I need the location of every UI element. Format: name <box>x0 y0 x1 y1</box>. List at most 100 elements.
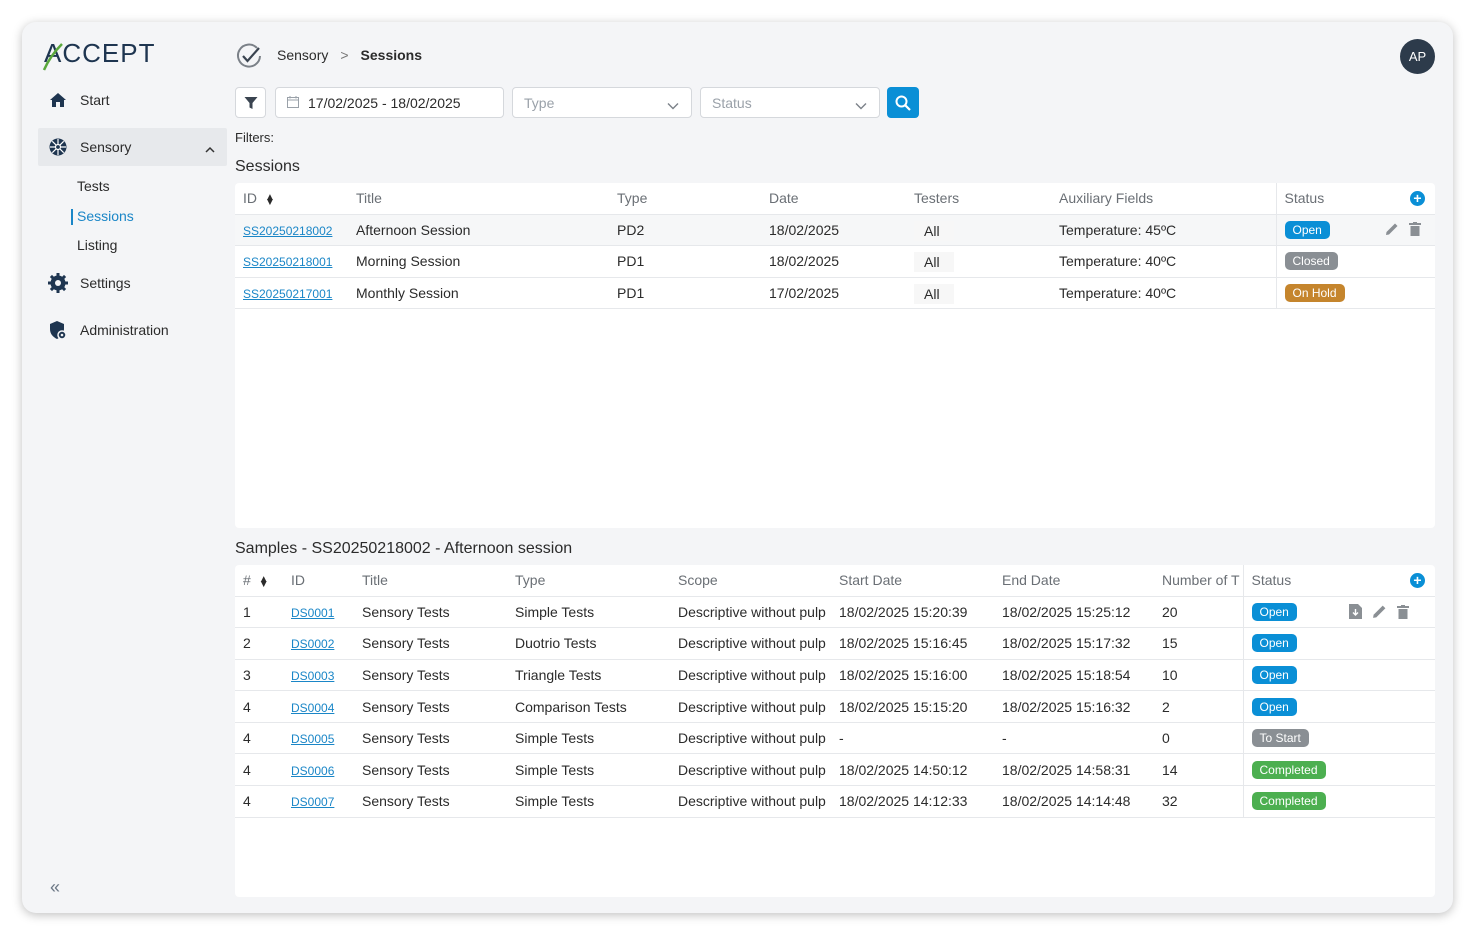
sample-number: 4 <box>235 690 283 723</box>
breadcrumb-separator: > <box>340 47 349 63</box>
table-row[interactable]: 4 DS0005 Sensory Tests Simple Tests Descript… <box>235 722 1435 755</box>
sample-type: Duotrio Tests <box>507 627 670 660</box>
sample-id-link-cell: DS0005 <box>283 722 354 755</box>
session-title: Afternoon Session <box>348 214 609 247</box>
search-button[interactable] <box>887 87 919 118</box>
status-select[interactable]: Status <box>700 87 880 118</box>
status-badge: Open <box>1284 220 1330 239</box>
avatar[interactable]: AP <box>1400 39 1435 74</box>
session-date: 17/02/2025 <box>761 277 906 310</box>
session-title: Monthly Session <box>348 277 609 310</box>
sample-id-link[interactable]: DS0006 <box>291 764 334 778</box>
sample-scope: Descriptive without pulp <box>670 627 831 660</box>
status-cell: Open <box>1242 690 1341 723</box>
table-row[interactable]: SS20250218001 Morning Session PD1 18/02/202… <box>235 245 1435 278</box>
add-session-button[interactable]: + <box>1410 191 1425 206</box>
status-badge: On Hold <box>1284 283 1345 302</box>
table-row[interactable]: 4 DS0007 Sensory Tests Simple Tests Descript… <box>235 785 1435 818</box>
sort-icon[interactable]: ▲ ▼ <box>265 192 275 207</box>
sample-end-date: 18/02/2025 15:16:32 <box>994 690 1154 723</box>
samples-table: # ▲ ▼ ID Title Type Scope Start Date End D… <box>235 565 1435 818</box>
session-row-actions <box>1385 222 1421 236</box>
date-range-value: 17/02/2025 - 18/02/2025 <box>308 94 461 111</box>
chevron-down-icon <box>667 97 679 113</box>
sample-id-link[interactable]: DS0005 <box>291 732 334 746</box>
status-badge: Open <box>1251 697 1297 716</box>
chevron-down-icon <box>855 97 867 113</box>
sidebar-item-start[interactable]: Start <box>38 81 227 119</box>
sample-id-link[interactable]: DS0004 <box>291 701 334 715</box>
status-badge: To Start <box>1251 729 1309 748</box>
session-id-link-cell: SS20250218002 <box>235 214 348 247</box>
sample-start-date: 18/02/2025 15:16:00 <box>831 659 994 692</box>
sample-id-link[interactable]: DS0002 <box>291 637 334 651</box>
delete-icon[interactable] <box>1397 604 1409 619</box>
table-row[interactable]: 3 DS0003 Sensory Tests Triangle Tests Descri… <box>235 659 1435 692</box>
table-row[interactable]: 4 DS0004 Sensory Tests Comparison Tests Desc… <box>235 690 1435 723</box>
session-type: PD1 <box>609 245 761 278</box>
session-auxiliary-fields: Temperature: 40ºC <box>1051 245 1276 278</box>
logo: ACCEPT <box>42 36 155 71</box>
edit-icon[interactable] <box>1385 222 1399 236</box>
sensory-icon <box>48 137 68 157</box>
column-header-number[interactable]: # ▲ ▼ <box>235 565 283 597</box>
sidebar-item-sensory[interactable]: Sensory <box>38 128 227 166</box>
sample-type: Triangle Tests <box>507 659 670 692</box>
session-testers-cell: All <box>906 214 1051 247</box>
sample-title: Sensory Tests <box>354 596 507 629</box>
sort-icon[interactable]: ▲ ▼ <box>259 574 269 589</box>
sidebar-item-label: Settings <box>80 275 131 291</box>
table-row[interactable]: SS20250217001 Monthly Session PD1 17/02/202… <box>235 277 1435 310</box>
sample-end-date: 18/02/2025 14:14:48 <box>994 785 1154 818</box>
gear-icon <box>48 273 68 293</box>
session-testers-cell: All <box>906 245 1051 278</box>
status-badge: Completed <box>1251 792 1326 811</box>
sample-scope: Descriptive without pulp <box>670 753 831 787</box>
session-auxiliary-fields: Temperature: 40ºC <box>1051 277 1276 310</box>
download-icon[interactable] <box>1349 604 1362 619</box>
chevron-up-icon[interactable] <box>205 140 215 156</box>
type-select[interactable]: Type <box>512 87 692 118</box>
sidebar-subitem-sessions[interactable]: Sessions <box>71 208 134 225</box>
session-testers-cell: All <box>906 277 1051 310</box>
sample-id-link[interactable]: DS0003 <box>291 669 334 683</box>
row-actions-cell <box>1341 659 1435 692</box>
delete-icon[interactable] <box>1409 222 1421 236</box>
session-date: 18/02/2025 <box>761 214 906 247</box>
sidebar-item-settings[interactable]: Settings <box>38 264 227 302</box>
session-id-link[interactable]: SS20250218002 <box>243 224 332 238</box>
collapse-sidebar-button[interactable]: « <box>50 877 60 898</box>
column-header-testers: Testers <box>906 183 1051 215</box>
filter-toggle-button[interactable] <box>235 87 266 118</box>
sample-number-of-testers: 20 <box>1154 596 1243 629</box>
session-testers: All <box>914 220 954 241</box>
table-row[interactable]: 4 DS0006 Sensory Tests Simple Tests Descript… <box>235 753 1435 787</box>
sample-id-link[interactable]: DS0007 <box>291 795 334 809</box>
sidebar-subitem-tests[interactable]: Tests <box>77 178 110 194</box>
sample-scope: Descriptive without pulp <box>670 596 831 629</box>
column-header-status: Status <box>1242 565 1341 597</box>
sidebar-subitem-listing[interactable]: Listing <box>77 237 117 253</box>
table-row[interactable]: SS20250218002 Afternoon Session PD2 18/02/2… <box>235 214 1435 247</box>
breadcrumb-parent[interactable]: Sensory <box>277 47 328 63</box>
session-id-link[interactable]: SS20250218001 <box>243 255 332 269</box>
sample-number-of-testers: 10 <box>1154 659 1243 692</box>
sample-type: Comparison Tests <box>507 690 670 723</box>
edit-icon[interactable] <box>1372 604 1387 619</box>
date-range-field[interactable]: 17/02/2025 - 18/02/2025 <box>275 87 504 118</box>
session-id-link[interactable]: SS20250217001 <box>243 287 332 301</box>
home-icon <box>48 90 68 110</box>
sample-id-link[interactable]: DS0001 <box>291 606 334 620</box>
column-header-id[interactable]: ID ▲ ▼ <box>235 183 348 215</box>
status-cell: Completed <box>1242 785 1341 818</box>
session-id-link-cell: SS20250217001 <box>235 277 348 310</box>
sidebar-item-administration[interactable]: Administration <box>38 311 227 349</box>
sample-number-of-testers: 15 <box>1154 627 1243 660</box>
status-cell: Open <box>1242 627 1341 660</box>
status-select-placeholder: Status <box>712 94 752 111</box>
column-header-start-date: Start Date <box>831 565 994 597</box>
add-sample-button[interactable]: + <box>1410 573 1425 588</box>
table-row[interactable]: 2 DS0002 Sensory Tests Duotrio Tests Descrip… <box>235 627 1435 660</box>
row-actions-cell <box>1371 277 1435 310</box>
table-row[interactable]: 1 DS0001 Sensory Tests Simple Tests Descript… <box>235 596 1435 629</box>
